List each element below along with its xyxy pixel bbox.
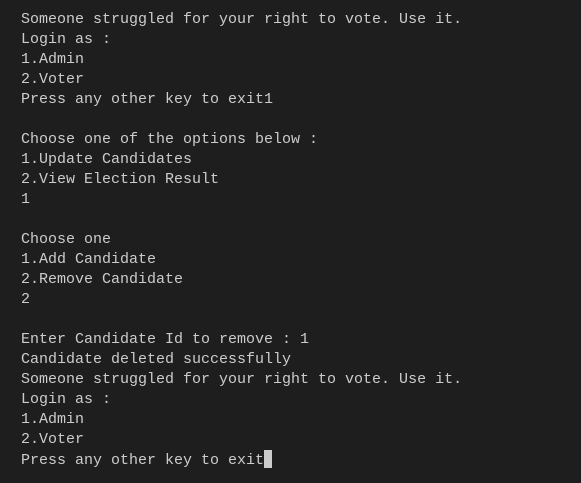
terminal-line: 1.Admin [21, 410, 462, 430]
terminal-line: 2.Voter [21, 70, 462, 90]
terminal-line-text: Enter Candidate Id to remove : 1 [21, 331, 310, 348]
terminal-line: 1.Add Candidate [21, 250, 462, 270]
terminal-line-text: 1.Admin [21, 411, 85, 428]
terminal-line-text: Choose one of the options below : [21, 131, 319, 148]
terminal-line-text: Someone struggled for your right to vote… [21, 371, 463, 388]
terminal-line: 2.Voter [21, 430, 462, 450]
terminal-line: Someone struggled for your right to vote… [21, 370, 462, 390]
terminal-line-text: Login as : [21, 391, 112, 408]
terminal-line-text: 1 [21, 191, 31, 208]
terminal-line: Choose one [21, 230, 462, 250]
terminal-line: 2 [21, 290, 462, 310]
terminal-line-text: Press any other key to exit [21, 452, 265, 469]
terminal-line-text: Login as : [21, 31, 112, 48]
terminal-line: 1 [21, 190, 462, 210]
text-cursor [264, 450, 273, 468]
terminal-line-text: Someone struggled for your right to vote… [21, 11, 463, 28]
terminal-line-text: 2.View Election Result [21, 171, 220, 188]
terminal-line: Candidate deleted successfully [21, 350, 462, 370]
terminal-line-text: 2 [21, 291, 31, 308]
terminal-line: Someone struggled for your right to vote… [21, 10, 462, 30]
terminal-line-text: Choose one [21, 231, 112, 248]
terminal-line: Login as : [21, 30, 462, 50]
terminal-line-text: Press any other key to exit1 [21, 91, 274, 108]
terminal-output[interactable]: Someone struggled for your right to vote… [21, 10, 462, 470]
terminal-line: 2.Remove Candidate [21, 270, 462, 290]
terminal-line: Login as : [21, 390, 462, 410]
terminal-line-text: 2.Voter [21, 71, 85, 88]
terminal-line: Press any other key to exit [21, 450, 462, 470]
terminal-line-text: 1.Admin [21, 51, 85, 68]
terminal-line-text: Candidate deleted successfully [21, 351, 292, 368]
terminal-line-text: 2.Remove Candidate [21, 271, 184, 288]
terminal-line: Choose one of the options below : [21, 130, 462, 150]
terminal-line: 2.View Election Result [21, 170, 462, 190]
terminal-line: Enter Candidate Id to remove : 1 [21, 330, 462, 350]
terminal-line-text: 2.Voter [21, 431, 85, 448]
terminal-line: 1.Update Candidates [21, 150, 462, 170]
terminal-line-text: 1.Add Candidate [21, 251, 157, 268]
terminal-line: Press any other key to exit1 [21, 90, 462, 110]
terminal-line: 1.Admin [21, 50, 462, 70]
terminal-line-text: 1.Update Candidates [21, 151, 193, 168]
